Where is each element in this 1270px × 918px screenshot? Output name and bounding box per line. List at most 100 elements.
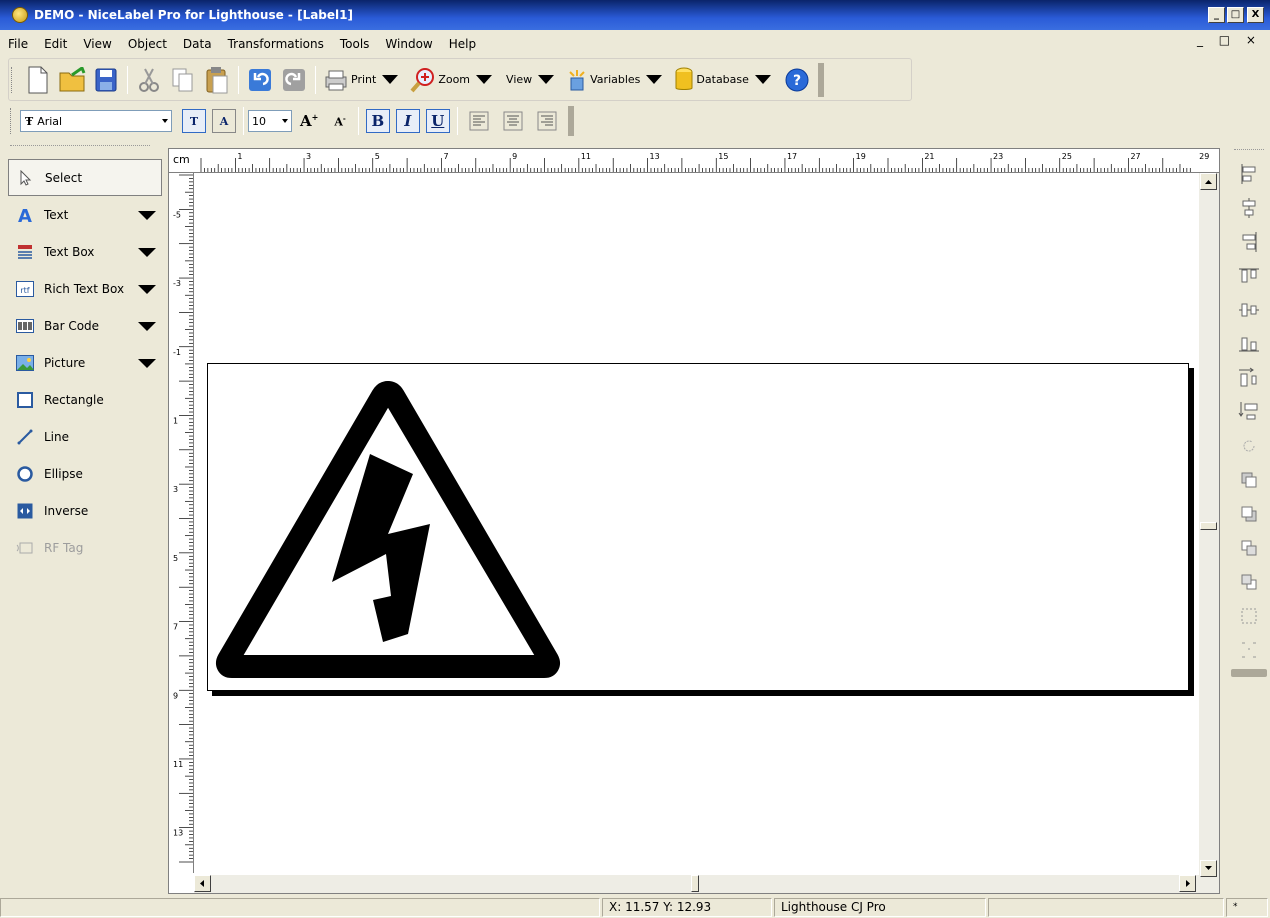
align-left-edges-icon[interactable] <box>1234 159 1264 189</box>
undo-icon[interactable] <box>246 65 274 95</box>
space-evenly-across-icon[interactable] <box>1234 363 1264 393</box>
tool-bar-code[interactable]: Bar Code <box>8 307 162 344</box>
toolbar-overflow-icon[interactable] <box>817 62 824 97</box>
italic-button[interactable]: I <box>395 109 420 133</box>
align-bottom-edges-icon[interactable] <box>1234 329 1264 359</box>
ungroup-icon[interactable] <box>1234 635 1264 665</box>
font-size-combo[interactable]: 10 <box>248 110 292 132</box>
label-design-area[interactable]: cm 1 3 5 7 9 11 13 15 17 19 21 23 25 27 29 -5 -3 -1 1 3 5 7 9… <box>168 148 1220 894</box>
vertical-scroll-thumb[interactable] <box>1200 522 1217 530</box>
scroll-down-button[interactable] <box>1200 860 1217 877</box>
menu-edit[interactable]: Edit <box>36 37 75 51</box>
shrink-font-icon[interactable]: A- <box>334 114 345 129</box>
align-top-edges-icon[interactable] <box>1234 261 1264 291</box>
view-button[interactable]: View <box>504 65 560 95</box>
horizontal-scrollbar[interactable] <box>194 875 1199 893</box>
view-dropdown-arrow-icon[interactable] <box>538 75 555 84</box>
open-folder-icon[interactable] <box>58 65 86 95</box>
font-name-combo[interactable]: Ŧ Arial <box>20 110 172 132</box>
copy-icon[interactable] <box>169 65 197 95</box>
chevron-down-icon[interactable] <box>138 285 156 294</box>
chevron-down-icon[interactable] <box>282 119 288 123</box>
bring-forward-icon[interactable] <box>1234 533 1264 563</box>
redo-icon[interactable] <box>280 65 308 95</box>
bring-to-front-icon[interactable] <box>1234 465 1264 495</box>
menu-window[interactable]: Window <box>377 37 440 51</box>
horizontal-scroll-thumb[interactable] <box>691 875 699 892</box>
chevron-down-icon[interactable] <box>138 248 156 257</box>
group-icon[interactable] <box>1234 601 1264 631</box>
tool-inverse[interactable]: Inverse <box>8 492 162 529</box>
help-icon[interactable]: ? <box>783 65 811 95</box>
grow-font-icon[interactable]: A+ <box>300 112 318 130</box>
rotate-icon[interactable] <box>1234 431 1264 461</box>
high-voltage-warning-picture[interactable] <box>208 364 568 684</box>
align-vertical-centers-icon[interactable] <box>1234 295 1264 325</box>
align-left-icon[interactable] <box>465 106 493 136</box>
ruler-label: -3 <box>173 279 181 288</box>
chevron-down-icon[interactable] <box>162 119 168 123</box>
tool-label: Select <box>45 170 83 185</box>
rotate-text-icon[interactable]: A <box>212 109 236 133</box>
menu-tools[interactable]: Tools <box>332 37 378 51</box>
menu-file[interactable]: File <box>0 37 36 51</box>
close-button[interactable]: X <box>1247 7 1264 23</box>
label-page[interactable] <box>207 363 1189 691</box>
print-button[interactable]: Print <box>323 65 404 95</box>
panel-grip[interactable] <box>1234 149 1264 155</box>
align-horizontal-centers-icon[interactable] <box>1234 193 1264 223</box>
tool-text-box[interactable]: Text Box <box>8 233 162 270</box>
chevron-down-icon[interactable] <box>138 359 156 368</box>
scroll-right-button[interactable] <box>1179 875 1196 892</box>
menu-help[interactable]: Help <box>441 37 484 51</box>
send-backward-icon[interactable] <box>1234 567 1264 597</box>
vertical-ruler[interactable]: -5-3-113579111315 <box>169 173 194 873</box>
panel-grip[interactable] <box>10 145 150 147</box>
chevron-down-icon[interactable] <box>138 322 156 331</box>
align-right-edges-icon[interactable] <box>1234 227 1264 257</box>
paste-icon[interactable] <box>203 65 231 95</box>
tool-rectangle[interactable]: Rectangle <box>8 381 162 418</box>
database-button[interactable]: Database <box>674 65 777 95</box>
menu-view[interactable]: View <box>75 37 119 51</box>
zoom-button[interactable]: Zoom <box>410 65 498 95</box>
tool-ellipse[interactable]: Ellipse <box>8 455 162 492</box>
new-document-icon[interactable] <box>24 65 52 95</box>
align-center-icon[interactable] <box>499 106 527 136</box>
tool-select[interactable]: Select <box>8 159 162 196</box>
zoom-dropdown-arrow-icon[interactable] <box>476 75 493 84</box>
toolbar-grip[interactable] <box>10 108 14 134</box>
mdi-window-controls[interactable]: _ □ × <box>1197 33 1262 47</box>
scroll-up-button[interactable] <box>1200 173 1217 190</box>
toolbar-overflow-icon[interactable] <box>567 106 574 136</box>
minimize-button[interactable]: _ <box>1208 7 1225 23</box>
send-to-back-icon[interactable] <box>1234 499 1264 529</box>
print-dropdown-arrow-icon[interactable] <box>382 75 399 84</box>
space-evenly-down-icon[interactable] <box>1234 397 1264 427</box>
ruler-label: 3 <box>306 152 311 161</box>
save-icon[interactable] <box>92 65 120 95</box>
chevron-down-icon[interactable] <box>138 211 156 220</box>
align-right-icon[interactable] <box>533 106 561 136</box>
tool-text[interactable]: A Text <box>8 196 162 233</box>
maximize-button[interactable]: □ <box>1227 7 1244 23</box>
scroll-left-button[interactable] <box>194 875 211 892</box>
tool-line[interactable]: Line <box>8 418 162 455</box>
menu-transformations[interactable]: Transformations <box>220 37 332 51</box>
vertical-scrollbar[interactable] <box>1199 173 1219 893</box>
cut-icon[interactable] <box>135 65 163 95</box>
underline-button[interactable]: U <box>425 109 450 133</box>
tool-rich-text-box[interactable]: rtf Rich Text Box <box>8 270 162 307</box>
resize-grip[interactable]: * <box>1226 897 1268 917</box>
menu-object[interactable]: Object <box>120 37 175 51</box>
bold-button[interactable]: B <box>365 109 390 133</box>
panel-overflow-icon[interactable] <box>1231 669 1267 677</box>
toolbar-grip[interactable] <box>11 66 15 93</box>
variables-button[interactable]: Variables <box>566 65 668 95</box>
database-dropdown-arrow-icon[interactable] <box>754 75 771 84</box>
variables-dropdown-arrow-icon[interactable] <box>646 75 663 84</box>
tool-picture[interactable]: Picture <box>8 344 162 381</box>
horizontal-ruler[interactable]: cm 1 3 5 7 9 11 13 15 17 19 21 23 25 27 29 <box>169 149 1219 173</box>
menu-data[interactable]: Data <box>175 37 220 51</box>
fit-text-icon[interactable]: T <box>182 109 206 133</box>
